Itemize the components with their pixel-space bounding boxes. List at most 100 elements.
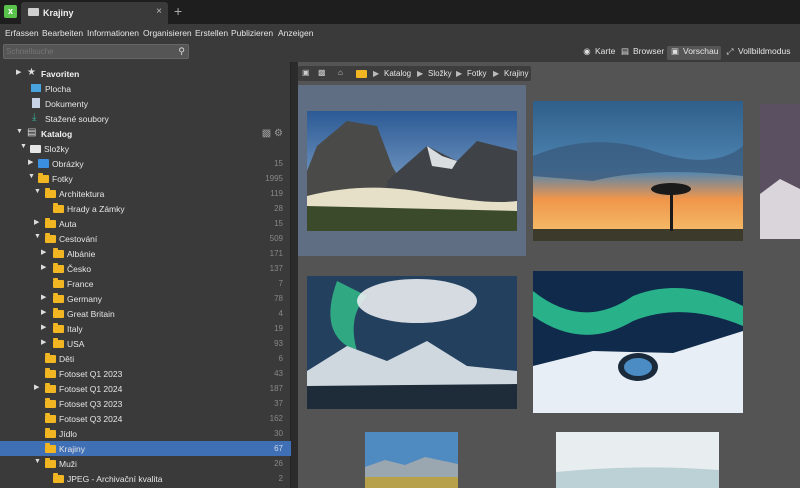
expand-arrow-icon[interactable]: ▶ [28, 158, 33, 166]
expand-arrow-icon[interactable]: ▶ [16, 68, 21, 76]
tree-item[interactable]: ▼ Fotky 1995 [0, 171, 291, 186]
app-logo-icon[interactable]: x [4, 5, 17, 18]
tree-item[interactable]: ▶ Germany 78 [0, 291, 291, 306]
tree-item[interactable]: ▶ USA 93 [0, 336, 291, 351]
tree-item-count: 137 [269, 264, 283, 273]
home-folder-icon[interactable]: ⌂ [338, 68, 343, 77]
menu-publizieren[interactable]: Publizieren [231, 28, 273, 38]
menu-bearbeiten[interactable]: Bearbeiten [42, 28, 83, 38]
tree-item-count: 7 [278, 279, 283, 288]
sidebar-item-stazene[interactable]: ⤓ Stažené soubory [0, 111, 291, 126]
tree-item[interactable]: ▶ Great Britain 4 [0, 306, 291, 321]
menu-anzeigen[interactable]: Anzeigen [278, 28, 313, 38]
landscape-photo [307, 276, 517, 409]
tree-item-count: 78 [274, 294, 283, 303]
expand-arrow-icon[interactable]: ▶ [41, 308, 46, 316]
tree-item[interactable]: ▶ Albánie 171 [0, 246, 291, 261]
add-tab-button[interactable]: + [174, 3, 182, 19]
tree-item-count: 28 [274, 204, 283, 213]
sidebar-item-plocha[interactable]: Plocha [0, 81, 291, 96]
collapse-arrow-icon[interactable]: ▼ [28, 173, 35, 180]
tree-item[interactable]: Fotoset Q3 2024 162 [0, 411, 291, 426]
tree-item[interactable]: ▼ Muži 26 [0, 456, 291, 471]
expand-arrow-icon[interactable]: ▶ [34, 218, 39, 226]
collapse-arrow-icon[interactable]: ▼ [34, 188, 41, 195]
menu-informationen[interactable]: Informationen [87, 28, 139, 38]
chevron-right-icon: ▶ [417, 69, 424, 78]
search-input[interactable] [6, 46, 166, 57]
breadcrumb-krajiny[interactable]: Krajiny [504, 69, 528, 78]
tab-krajiny[interactable]: Krajiny × [21, 2, 168, 24]
folder-icon [45, 413, 56, 423]
collapse-arrow-icon[interactable]: ▼ [34, 458, 41, 465]
landscape-photo [533, 101, 743, 241]
folder-icon [356, 70, 367, 78]
expand-arrow-icon[interactable]: ▶ [41, 338, 46, 346]
sidebar-item-katalog[interactable]: ▼ ▤ Katalog ▩ ⚙ [0, 126, 291, 141]
folder-icon [53, 203, 64, 213]
thumbnail-partial[interactable] [760, 104, 800, 239]
tree-item[interactable]: JPEG - Archivační kvalita 2 [0, 471, 291, 486]
tree-item-label: Architektura [59, 189, 105, 199]
expand-arrow-icon[interactable]: ▶ [34, 383, 39, 391]
fullscreen-icon: ⤢ [726, 46, 734, 56]
thumbnail-misty-lake[interactable] [556, 432, 719, 488]
folder-icon [45, 188, 56, 198]
close-tab-icon[interactable]: × [156, 6, 162, 17]
mode-vollbildmodus[interactable]: ⤢ Vollbildmodus [725, 46, 791, 60]
mode-label: Karte [595, 46, 616, 56]
tree-item[interactable]: ▶ Česko 137 [0, 261, 291, 276]
thumbnail-aurora-igloo[interactable] [533, 271, 743, 413]
sidebar-item-favorites[interactable]: ▶ ★ Favoriten [0, 66, 291, 81]
map-pin-icon: ◉ [583, 46, 591, 56]
mode-browser[interactable]: ▤ Browser [620, 46, 664, 60]
menu-erfassen[interactable]: Erfassen [5, 28, 39, 38]
tree-item[interactable]: ▶ Italy 19 [0, 321, 291, 336]
tree-item[interactable]: ▶ Auta 15 [0, 216, 291, 231]
collapse-arrow-icon[interactable]: ▼ [20, 143, 27, 150]
sidebar-item-dokumenty[interactable]: Dokumenty [0, 96, 291, 111]
expand-arrow-icon[interactable]: ▶ [41, 293, 46, 301]
expand-arrow-icon[interactable]: ▶ [41, 248, 46, 256]
tree-item[interactable]: France 7 [0, 276, 291, 291]
collapse-arrow-icon[interactable]: ▼ [34, 233, 41, 240]
gear-icon[interactable]: ⚙ [274, 128, 283, 139]
breadcrumb-slozky[interactable]: Složky [428, 69, 452, 78]
breadcrumb-katalog[interactable]: Katalog [384, 69, 411, 78]
tree-item[interactable]: Jídlo 30 [0, 426, 291, 441]
tree-item-count: 4 [278, 309, 283, 318]
import-icon[interactable]: ▩ [318, 68, 326, 77]
menu-erstellen[interactable]: Erstellen [195, 28, 228, 38]
sidebar: ▶ ★ Favoriten Plocha Dokumenty ⤓ Stažené… [0, 62, 291, 488]
folder-icon [53, 308, 64, 318]
add-folder-icon[interactable]: ▣ [302, 68, 310, 77]
thumbnail-aurora-mountains[interactable] [307, 276, 517, 409]
tree-item[interactable]: Hrady a Zámky 28 [0, 201, 291, 216]
tree-item[interactable]: Fotoset Q3 2023 37 [0, 396, 291, 411]
tree-item[interactable]: Krajiny 67 [0, 441, 291, 456]
tree-item[interactable]: Fotoset Q1 2023 43 [0, 366, 291, 381]
tree-item-label: Krajiny [59, 444, 85, 454]
new-folder-icon[interactable]: ▩ [262, 128, 271, 139]
expand-arrow-icon[interactable]: ▶ [41, 263, 46, 271]
expand-arrow-icon[interactable]: ▶ [41, 323, 46, 331]
thumbnail-mountain-field[interactable] [365, 432, 458, 488]
mode-karte[interactable]: ◉ Karte [582, 46, 615, 60]
folder-icon [53, 278, 64, 288]
tree-item-count: 119 [270, 189, 283, 198]
tree-item[interactable]: ▶ Fotoset Q1 2024 187 [0, 381, 291, 396]
mode-vorschau[interactable]: ▣ Vorschau [667, 46, 722, 60]
tree-item[interactable]: Děti 6 [0, 351, 291, 366]
tree-item-count: 1995 [265, 174, 283, 183]
tree-item[interactable]: ▼ Architektura 119 [0, 186, 291, 201]
tree-item[interactable]: ▶ Obrázky 15 [0, 156, 291, 171]
breadcrumb-fotky[interactable]: Fotky [467, 69, 487, 78]
tree-item[interactable]: ▼ Složky [0, 141, 291, 156]
menu-organisieren[interactable]: Organisieren [143, 28, 192, 38]
tree-item[interactable]: ▼ Cestování 509 [0, 231, 291, 246]
collapse-arrow-icon[interactable]: ▼ [16, 128, 23, 135]
landscape-photo [533, 271, 743, 413]
thumbnail-yosemite[interactable] [307, 111, 517, 231]
thumbnail-storm-tree[interactable] [533, 101, 743, 241]
search-icon[interactable]: ⚲ [178, 46, 185, 57]
